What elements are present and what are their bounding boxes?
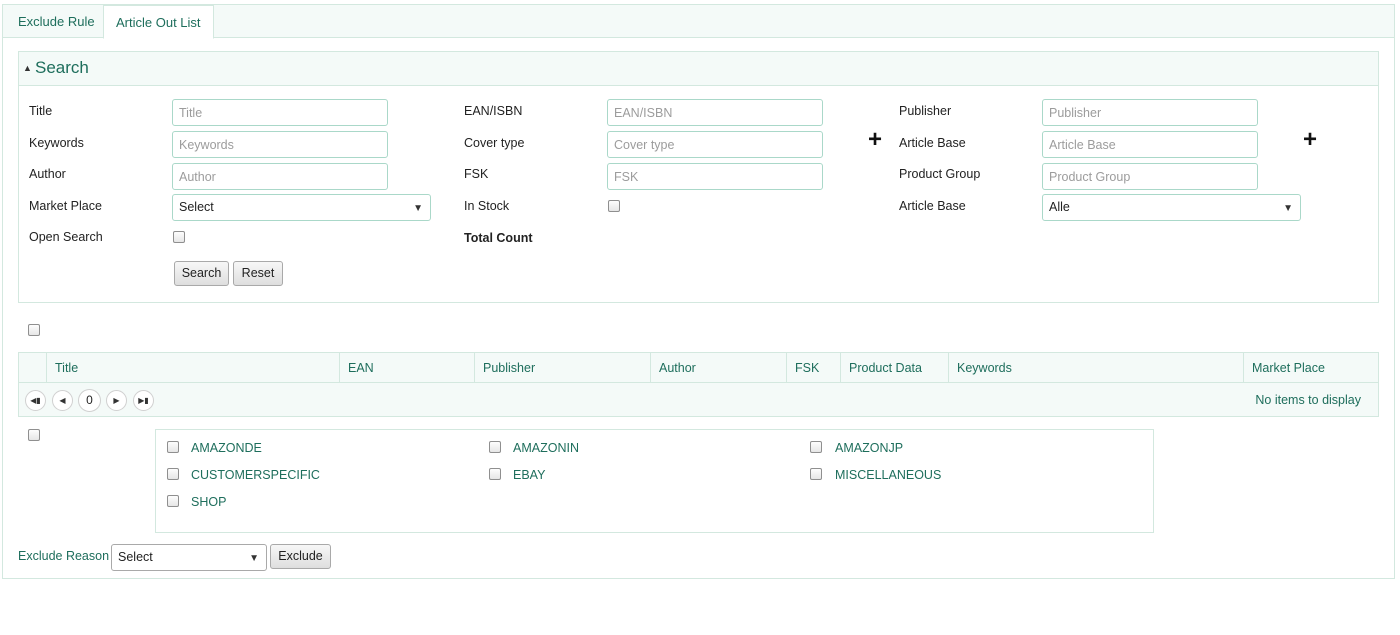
market-place-label-amazonjp: AMAZONJP bbox=[835, 441, 904, 455]
article-base-select-label: Article Base bbox=[899, 199, 966, 213]
column-header-ean[interactable]: EAN bbox=[339, 353, 475, 383]
market-place-checkbox-amazonjp[interactable] bbox=[810, 441, 822, 453]
publisher-input[interactable] bbox=[1042, 99, 1258, 126]
market-place-label-ebay: EBAY bbox=[513, 468, 546, 482]
market-place-label-shop: SHOP bbox=[191, 495, 227, 509]
market-place-label-amazonde: AMAZONDE bbox=[191, 441, 262, 455]
column-header-product-data[interactable]: Product Data bbox=[840, 353, 949, 383]
market-place-label-miscellaneous: MISCELLANEOUS bbox=[835, 468, 942, 482]
page-number[interactable]: 0 bbox=[78, 389, 101, 412]
article-base-select[interactable]: Alle ▼ bbox=[1042, 194, 1301, 221]
market-place-checkbox-amazonin[interactable] bbox=[489, 441, 501, 453]
exclude-reason-label: Exclude Reason bbox=[18, 549, 110, 563]
column-header-author[interactable]: Author bbox=[650, 353, 787, 383]
prev-page-icon[interactable]: ◀ bbox=[52, 390, 73, 411]
grid-header: Title EAN Publisher Author FSK Product D… bbox=[18, 352, 1379, 383]
reset-button[interactable]: Reset bbox=[233, 261, 283, 286]
tab-article-out-list[interactable]: Article Out List bbox=[103, 5, 214, 39]
keywords-label: Keywords bbox=[29, 136, 84, 150]
chevron-down-icon: ▼ bbox=[249, 553, 259, 564]
product-group-input[interactable] bbox=[1042, 163, 1258, 190]
ean-input[interactable] bbox=[607, 99, 823, 126]
first-page-icon[interactable]: ◀▮ bbox=[25, 390, 46, 411]
last-page-icon[interactable]: ▶▮ bbox=[133, 390, 154, 411]
article-base-input[interactable] bbox=[1042, 131, 1258, 158]
column-header-title[interactable]: Title bbox=[46, 353, 340, 383]
product-group-label: Product Group bbox=[899, 167, 981, 181]
market-place-select[interactable]: Select ▼ bbox=[172, 194, 431, 221]
cover-type-label: Cover type bbox=[464, 136, 525, 150]
pager-status: No items to display bbox=[1255, 393, 1361, 407]
market-place-checkbox-miscellaneous[interactable] bbox=[810, 468, 822, 480]
in-stock-checkbox[interactable] bbox=[608, 200, 620, 212]
market-place-checkbox-customerspecific[interactable] bbox=[167, 468, 179, 480]
chevron-down-icon: ▼ bbox=[1283, 203, 1293, 214]
article-base-select-value: Alle bbox=[1049, 200, 1070, 214]
publisher-label: Publisher bbox=[899, 104, 952, 118]
market-place-label: Market Place bbox=[29, 199, 102, 213]
column-header-fsk[interactable]: FSK bbox=[786, 353, 841, 383]
market-place-checkbox-ebay[interactable] bbox=[489, 468, 501, 480]
article-base-label: Article Base bbox=[899, 136, 966, 150]
collapse-triangle-icon[interactable]: ▲ bbox=[23, 63, 32, 73]
search-button[interactable]: Search bbox=[174, 261, 229, 286]
in-stock-label: In Stock bbox=[464, 199, 510, 213]
ean-label: EAN/ISBN bbox=[464, 104, 523, 118]
title-input[interactable] bbox=[172, 99, 388, 126]
add-criteria-plus-icon-2[interactable]: + bbox=[1303, 128, 1317, 152]
market-place-checkbox-amazonde[interactable] bbox=[167, 441, 179, 453]
market-place-label-amazonin: AMAZONIN bbox=[513, 441, 579, 455]
column-header-keywords[interactable]: Keywords bbox=[948, 353, 1244, 383]
cover-type-input[interactable] bbox=[607, 131, 823, 158]
chevron-down-icon: ▼ bbox=[413, 203, 423, 214]
next-page-icon[interactable]: ▶ bbox=[106, 390, 127, 411]
select-all-market-places-checkbox[interactable] bbox=[28, 429, 40, 441]
open-search-label: Open Search bbox=[29, 230, 103, 244]
total-count-label: Total Count bbox=[464, 231, 533, 245]
author-input[interactable] bbox=[172, 163, 388, 190]
market-place-checkbox-shop[interactable] bbox=[167, 495, 179, 507]
fsk-input[interactable] bbox=[607, 163, 823, 190]
tab-exclude-rule[interactable]: Exclude Rule bbox=[6, 5, 107, 38]
grid-pager: ◀▮ ◀ 0 ▶ ▶▮ No items to display bbox=[18, 383, 1379, 417]
keywords-input[interactable] bbox=[172, 131, 388, 158]
exclude-button[interactable]: Exclude bbox=[270, 544, 331, 569]
market-place-select-value: Select bbox=[179, 200, 214, 214]
column-header-publisher[interactable]: Publisher bbox=[474, 353, 651, 383]
exclude-reason-select[interactable]: Select ▼ bbox=[111, 544, 267, 571]
market-place-label-customerspecific: CUSTOMERSPECIFIC bbox=[191, 468, 320, 482]
author-label: Author bbox=[29, 167, 66, 181]
search-panel-title: Search bbox=[35, 58, 89, 77]
exclude-reason-select-value: Select bbox=[118, 550, 153, 564]
fsk-label: FSK bbox=[464, 167, 489, 181]
column-header-market-place[interactable]: Market Place bbox=[1243, 353, 1379, 383]
title-label: Title bbox=[29, 104, 53, 118]
add-criteria-plus-icon[interactable]: + bbox=[868, 128, 882, 152]
select-all-checkbox[interactable] bbox=[28, 324, 40, 336]
open-search-checkbox[interactable] bbox=[173, 231, 185, 243]
search-panel-header[interactable]: ▲ Search bbox=[19, 52, 1378, 86]
